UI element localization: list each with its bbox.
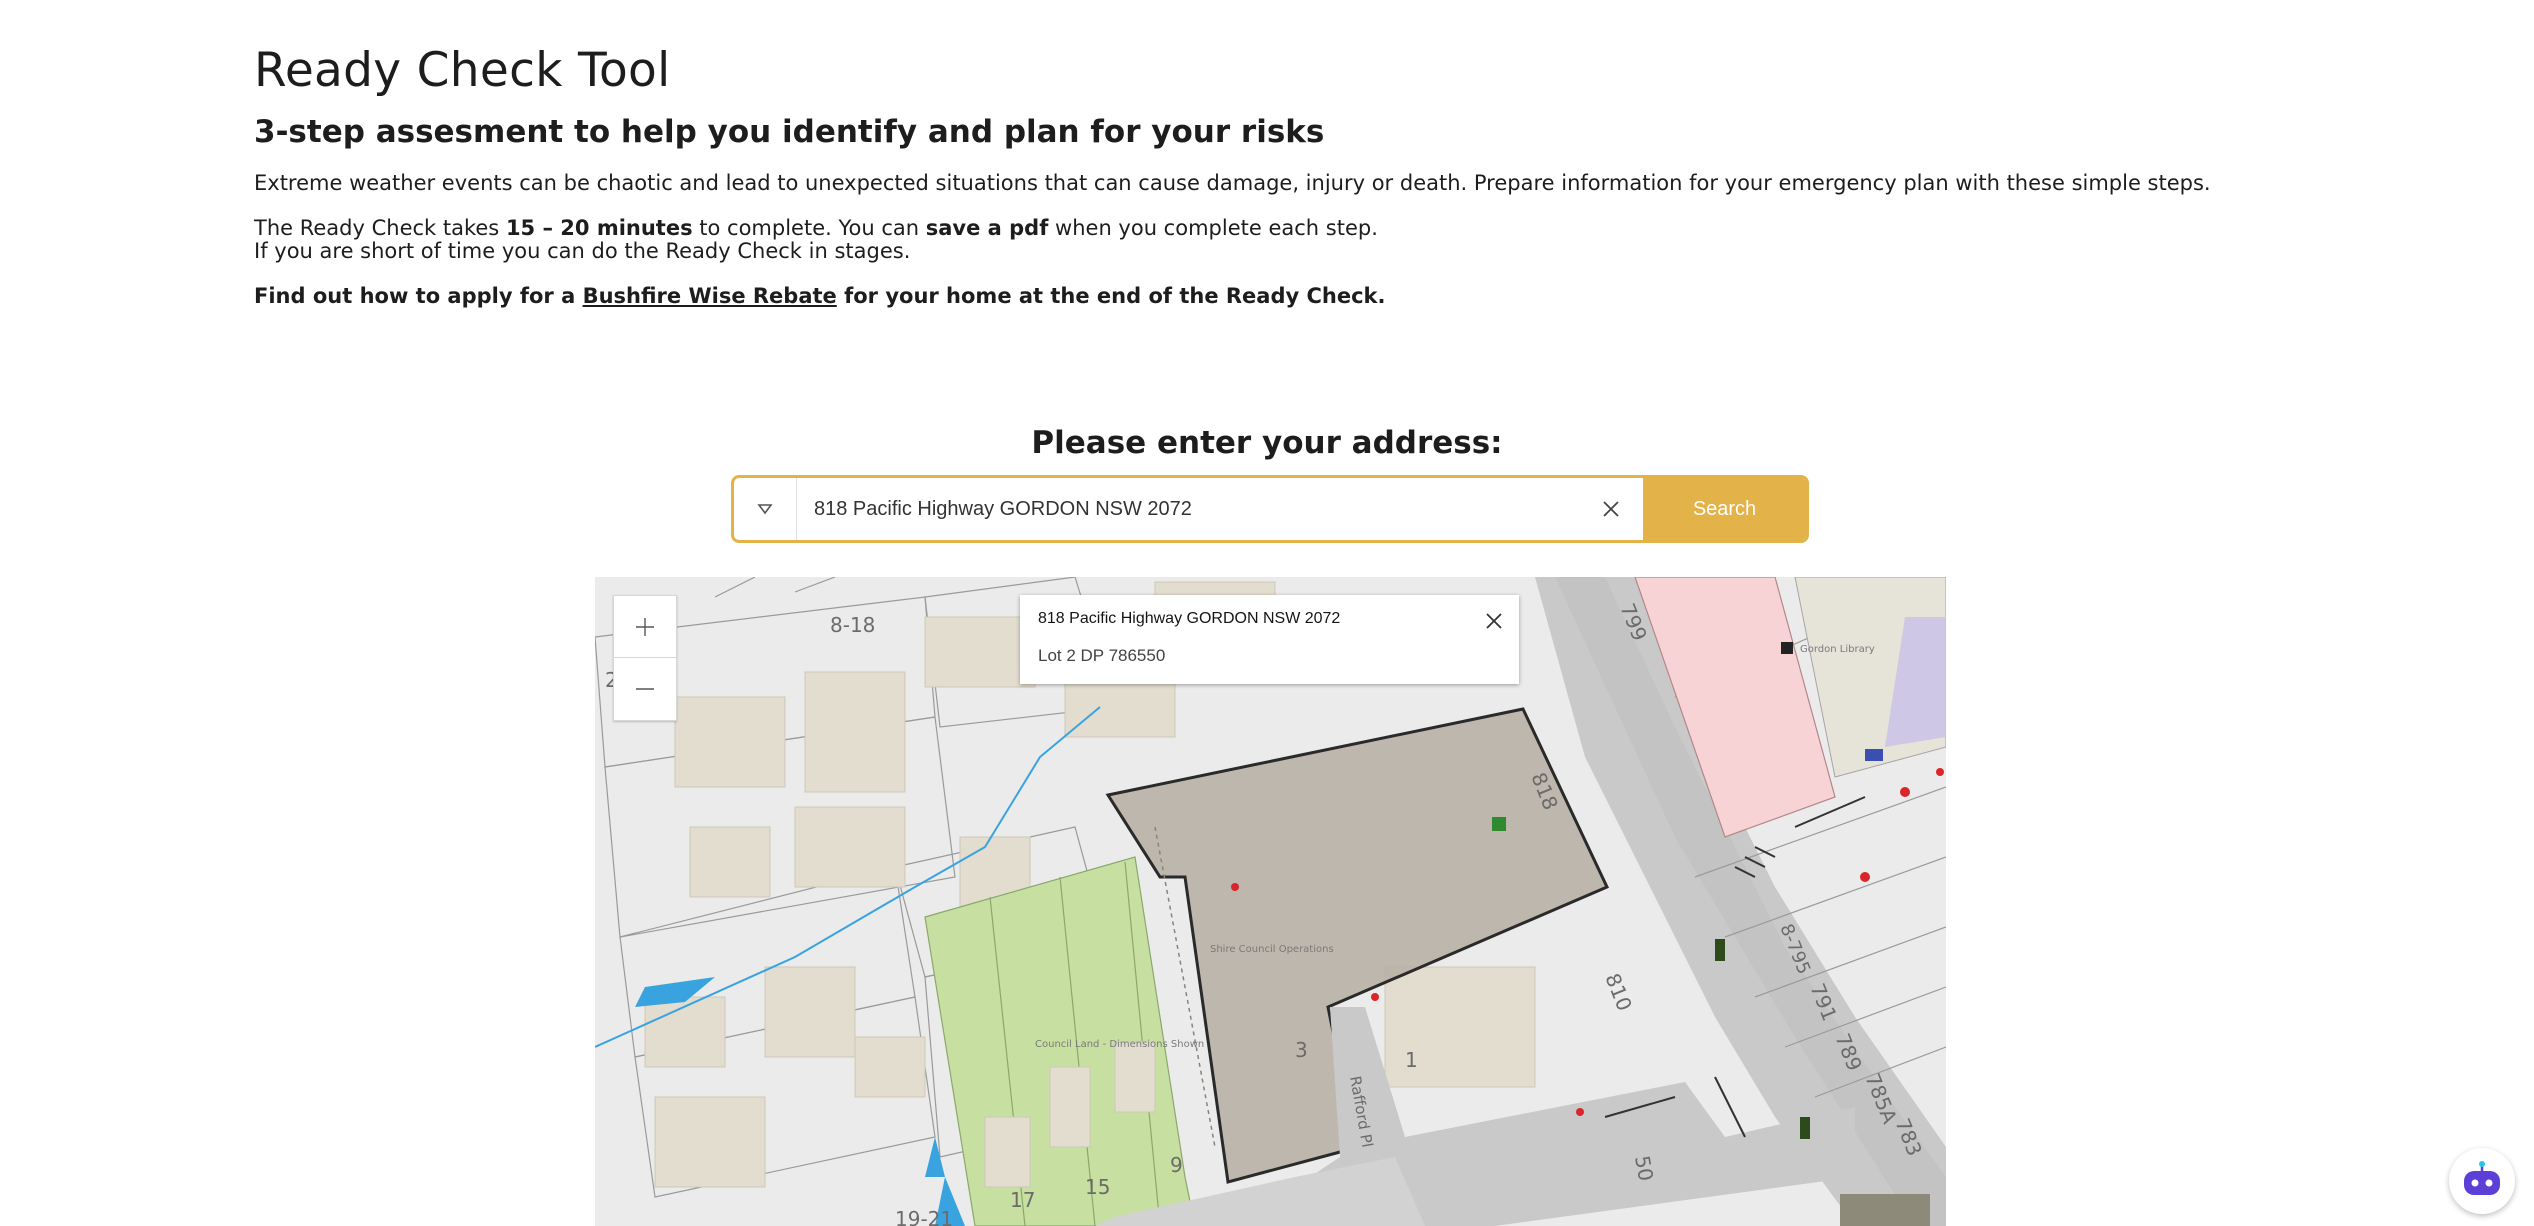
plus-icon [636, 617, 654, 636]
time-paragraph: The Ready Check takes 15 – 20 minutes to… [254, 216, 1378, 240]
clear-search-button[interactable] [1594, 492, 1628, 526]
map-label: 9 [1170, 1153, 1183, 1177]
zoom-out-button[interactable] [614, 658, 676, 719]
chatbot-launcher[interactable] [2449, 1148, 2515, 1214]
map-label: 50 [1630, 1154, 1658, 1183]
chatbot-icon [2464, 1161, 2500, 1195]
map-label: 19-21 [895, 1207, 953, 1226]
time-paragraph-line2: If you are short of time you can do the … [254, 239, 911, 263]
zoom-in-button[interactable] [614, 596, 676, 658]
search-button[interactable]: Search [1643, 478, 1806, 540]
page-subtitle: 3-step assesment to help you identify an… [254, 114, 1325, 150]
popup-lot: Lot 2 DP 786550 [1038, 646, 1166, 665]
popup-close-button[interactable] [1483, 610, 1505, 632]
close-icon [1603, 501, 1619, 517]
page-title: Ready Check Tool [254, 43, 671, 98]
address-input[interactable] [796, 478, 1641, 540]
search-source-dropdown[interactable] [734, 478, 797, 540]
popup-address: 818 Pacific Highway GORDON NSW 2072 [1038, 610, 1341, 627]
rebate-paragraph: Find out how to apply for a Bushfire Wis… [254, 284, 1386, 308]
intro-section: Ready Check Tool 3-step assesment to hel… [254, 40, 2354, 308]
map-label: Gordon Library [1800, 644, 1875, 655]
map-label: Council Land - Dimensions Shown [1035, 1039, 1204, 1050]
map-label: 15 [1085, 1175, 1110, 1199]
intro-paragraph: Extreme weather events can be chaotic an… [254, 171, 2211, 195]
map-label: 1 [1405, 1048, 1418, 1072]
bushfire-rebate-link[interactable]: Bushfire Wise Rebate [583, 284, 837, 308]
map-label: Shire Council Operations [1210, 944, 1334, 955]
chevron-down-icon [757, 504, 773, 515]
address-popup: 818 Pacific Highway GORDON NSW 2072 Lot … [1020, 595, 1519, 684]
map-label: 3 [1295, 1038, 1308, 1062]
address-search-bar: Search [731, 475, 1809, 543]
address-heading: Please enter your address: [1031, 425, 1503, 461]
zoom-control [613, 595, 677, 721]
map-label: 17 [1010, 1188, 1035, 1212]
minus-icon [636, 687, 654, 690]
map-label: 8-18 [830, 613, 875, 637]
map-view[interactable]: 8-18 818 810 799 8-795 791 789 785A 783 … [595, 577, 1946, 1226]
